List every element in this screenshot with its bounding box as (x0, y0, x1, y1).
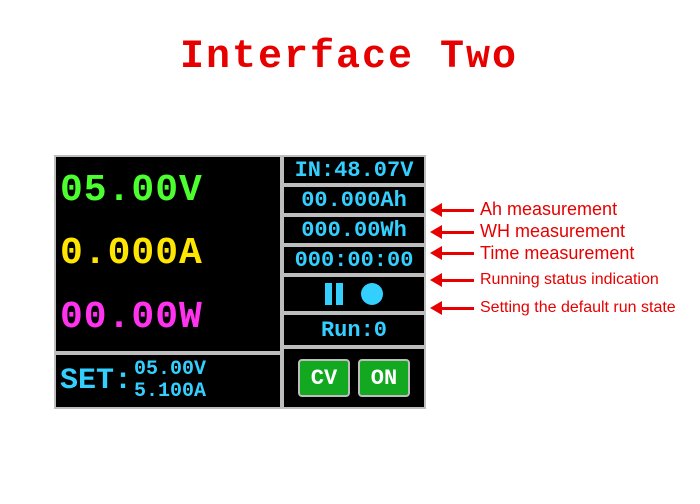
arrow-icon (430, 224, 474, 240)
annotation-run: Setting the default run state (430, 299, 700, 317)
running-status (282, 275, 426, 313)
on-badge: ON (358, 359, 410, 397)
annotation-wh: WH measurement (430, 222, 700, 242)
page-title: Interface Two (180, 35, 518, 80)
arrow-icon (430, 300, 474, 316)
output-current: 0.000A (60, 232, 276, 275)
cv-badge: CV (298, 359, 350, 397)
wh-reading: 000.00Wh (282, 215, 426, 245)
run-state: Run:0 (282, 313, 426, 347)
annotations: Ah measurement WH measurement Time measu… (430, 180, 700, 319)
annotation-run-text: Setting the default run state (480, 299, 676, 317)
device-screen: 05.00V 0.000A 00.00W SET: 05.00V 5.100A … (54, 155, 426, 409)
set-current: 5.100A (134, 381, 206, 403)
annotation-status: Running status indication (430, 271, 700, 289)
arrow-icon (430, 245, 474, 261)
annotation-time: Time measurement (430, 244, 700, 264)
left-column: 05.00V 0.000A 00.00W SET: 05.00V 5.100A (54, 155, 282, 409)
set-voltage: 05.00V (134, 359, 206, 381)
set-values: 05.00V 5.100A (134, 359, 206, 403)
ah-reading: 00.000Ah (282, 185, 426, 215)
set-row: SET: 05.00V 5.100A (54, 353, 282, 409)
set-label: SET: (60, 364, 132, 398)
output-voltage: 05.00V (60, 169, 276, 212)
time-reading: 000:00:00 (282, 245, 426, 275)
annotation-status-text: Running status indication (480, 271, 659, 289)
annotation-time-text: Time measurement (480, 244, 634, 264)
output-power: 00.00W (60, 296, 276, 339)
arrow-icon (430, 202, 474, 218)
record-icon (361, 283, 383, 305)
annotation-wh-text: WH measurement (480, 222, 625, 242)
annotation-ah-text: Ah measurement (480, 200, 617, 220)
arrow-icon (430, 272, 474, 288)
annotation-ah: Ah measurement (430, 200, 700, 220)
main-readouts: 05.00V 0.000A 00.00W (54, 155, 282, 353)
mode-indicators: CV ON (282, 347, 426, 409)
input-voltage: IN:48.07V (282, 155, 426, 185)
right-column: IN:48.07V 00.000Ah 000.00Wh 000:00:00 Ru… (282, 155, 426, 409)
pause-icon (325, 283, 343, 305)
